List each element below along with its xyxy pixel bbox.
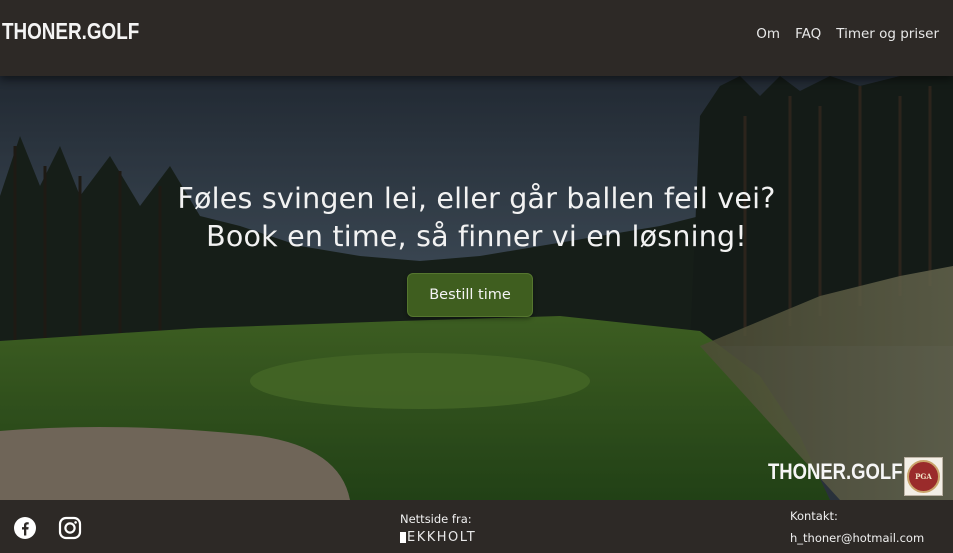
contact-info: Kontakt: h_thoner@hotmail.com <box>790 509 924 545</box>
pga-badge: PGA <box>904 457 943 496</box>
hero-headline: Føles svingen lei, eller går ballen feil… <box>0 180 953 256</box>
nav-link-faq[interactable]: FAQ <box>795 26 821 42</box>
site-logo[interactable]: THONER.GOLF <box>2 18 139 45</box>
contact-label: Kontakt: <box>790 509 838 523</box>
main-nav: Om FAQ Timer og priser <box>756 26 939 42</box>
pga-seal-icon: PGA <box>907 460 940 493</box>
book-time-button[interactable]: Bestill time <box>407 273 533 317</box>
brand-mark-icon <box>400 532 406 543</box>
credit-brand-text: EKKHOLT <box>407 530 477 545</box>
instagram-icon[interactable] <box>58 516 82 540</box>
hero-headline-line1: Føles svingen lei, eller går ballen feil… <box>177 182 776 215</box>
site-footer: Nettside fra: EKKHOLT Kontakt: h_thoner@… <box>0 500 953 553</box>
hero-headline-line2: Book en time, så finner vi en løsning! <box>206 220 747 253</box>
contact-email-link[interactable]: h_thoner@hotmail.com <box>790 531 924 545</box>
social-links <box>13 516 82 540</box>
site-header: THONER.GOLF Om FAQ Timer og priser <box>0 0 953 76</box>
hero-section: Føles svingen lei, eller går ballen feil… <box>0 76 953 500</box>
nav-link-timer-og-priser[interactable]: Timer og priser <box>836 26 939 42</box>
hero-logo: THONER.GOLF <box>768 459 903 484</box>
facebook-icon[interactable] <box>13 516 37 540</box>
pga-badge-text: PGA <box>915 472 932 481</box>
credit-brand-link[interactable]: EKKHOLT <box>400 530 476 545</box>
credit-label: Nettside fra: <box>400 512 472 526</box>
site-credit: Nettside fra: EKKHOLT <box>400 512 476 545</box>
nav-link-om[interactable]: Om <box>756 26 780 42</box>
